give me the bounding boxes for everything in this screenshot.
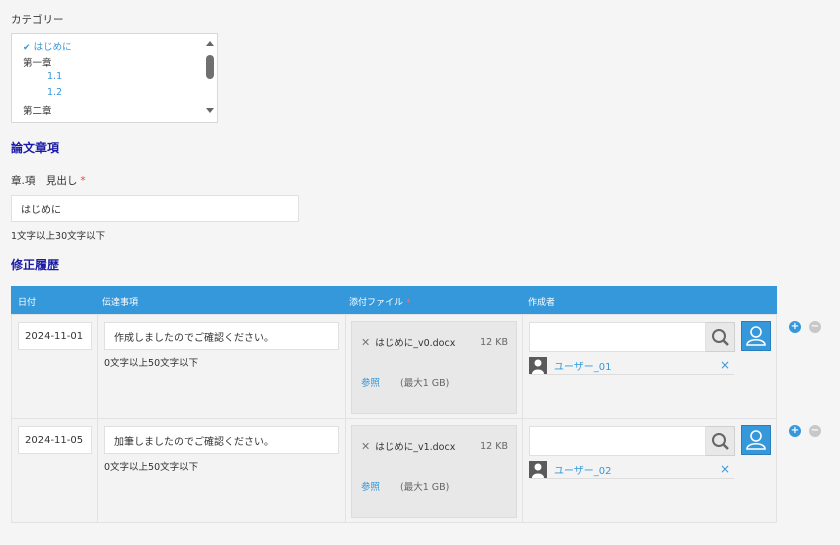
- date-input[interactable]: 2024-11-01: [18, 322, 92, 350]
- search-icon: [712, 433, 729, 450]
- max-size-note: (最大1 GB): [400, 482, 450, 493]
- user-select-button[interactable]: [741, 321, 771, 351]
- close-icon[interactable]: ×: [720, 358, 730, 372]
- category-item-hajimeni[interactable]: ✔ はじめに: [23, 39, 72, 53]
- category-item-1-1[interactable]: 1.1: [47, 71, 62, 82]
- message-input[interactable]: 作成しましたのでご確認ください。: [104, 322, 339, 350]
- file-remove-icon[interactable]: ✕: [361, 336, 370, 349]
- file-name: はじめに_v1.docx: [375, 442, 456, 453]
- heading-hint: 1文字以上30文字以下: [11, 231, 106, 242]
- message-input[interactable]: 加筆しましたのでご確認ください。: [104, 426, 339, 454]
- scroll-up-arrow[interactable]: [206, 41, 214, 46]
- section-title-paper: 論文章項: [11, 141, 60, 155]
- plus-icon[interactable]: +: [789, 425, 801, 437]
- category-item-chapter2[interactable]: 第二章: [23, 103, 52, 117]
- attachment-box: ✕ はじめに_v1.docx 12 KB 参照 (最大1 GB): [351, 425, 517, 518]
- attachment-box: ✕ はじめに_v0.docx 12 KB 参照 (最大1 GB): [351, 321, 517, 414]
- heading-field-label: 章.項 見出し *: [11, 175, 86, 187]
- user-icon: [746, 430, 766, 450]
- category-listbox[interactable]: ✔ はじめに 第一章 1.1 1.2 第二章: [11, 33, 218, 123]
- file-size: 12 KB: [480, 336, 508, 348]
- user-name[interactable]: ユーザー_02: [554, 462, 612, 477]
- date-input[interactable]: 2024-11-05: [18, 426, 92, 454]
- heading-input[interactable]: はじめに: [11, 195, 299, 222]
- section-title-history: 修正履歴: [11, 258, 60, 272]
- scroll-down-arrow[interactable]: [206, 108, 214, 113]
- avatar: [529, 461, 547, 478]
- close-icon[interactable]: ×: [720, 462, 730, 476]
- column-date: 日付: [18, 298, 37, 308]
- browse-link[interactable]: 参照: [361, 479, 380, 493]
- attached-file: ✕ はじめに_v1.docx 12 KB: [361, 439, 508, 454]
- file-name: はじめに_v0.docx: [375, 338, 456, 349]
- user-name[interactable]: ユーザー_01: [554, 358, 612, 373]
- search-button[interactable]: [706, 426, 735, 456]
- required-mark: *: [80, 175, 86, 187]
- author-search-input[interactable]: [529, 322, 706, 352]
- user-select-button[interactable]: [741, 425, 771, 455]
- file-remove-icon[interactable]: ✕: [361, 440, 370, 453]
- check-icon: ✔: [23, 43, 31, 53]
- category-label: カテゴリー: [11, 14, 64, 26]
- category-item-chapter1[interactable]: 第一章: [23, 55, 52, 69]
- author-search-input[interactable]: [529, 426, 706, 456]
- selected-user: ユーザー_01 ×: [529, 357, 734, 375]
- scrollbar-thumb[interactable]: [206, 55, 214, 79]
- file-size: 12 KB: [480, 440, 508, 452]
- browse-link[interactable]: 参照: [361, 375, 380, 389]
- message-hint: 0文字以上50文字以下: [104, 462, 199, 473]
- search-button[interactable]: [706, 322, 735, 352]
- category-item-1-2[interactable]: 1.2: [47, 87, 62, 98]
- max-size-note: (最大1 GB): [400, 378, 450, 389]
- attached-file: ✕ はじめに_v0.docx 12 KB: [361, 335, 508, 350]
- column-attachment: 添付ファイル *: [349, 298, 411, 308]
- column-message: 伝達事項: [102, 298, 139, 308]
- history-table-header: 日付 伝達事項 添付ファイル * 作成者: [11, 286, 777, 314]
- minus-icon[interactable]: −: [809, 321, 821, 333]
- message-hint: 0文字以上50文字以下: [104, 358, 199, 369]
- user-icon: [746, 326, 766, 346]
- table-row: 2024-11-01 作成しましたのでご確認ください。 0文字以上50文字以下 …: [11, 314, 777, 419]
- table-row: 2024-11-05 加筆しましたのでご確認ください。 0文字以上50文字以下 …: [11, 418, 777, 523]
- column-author: 作成者: [528, 298, 556, 308]
- selected-user: ユーザー_02 ×: [529, 461, 734, 479]
- minus-icon[interactable]: −: [809, 425, 821, 437]
- avatar: [529, 357, 547, 374]
- plus-icon[interactable]: +: [789, 321, 801, 333]
- search-icon: [712, 329, 729, 346]
